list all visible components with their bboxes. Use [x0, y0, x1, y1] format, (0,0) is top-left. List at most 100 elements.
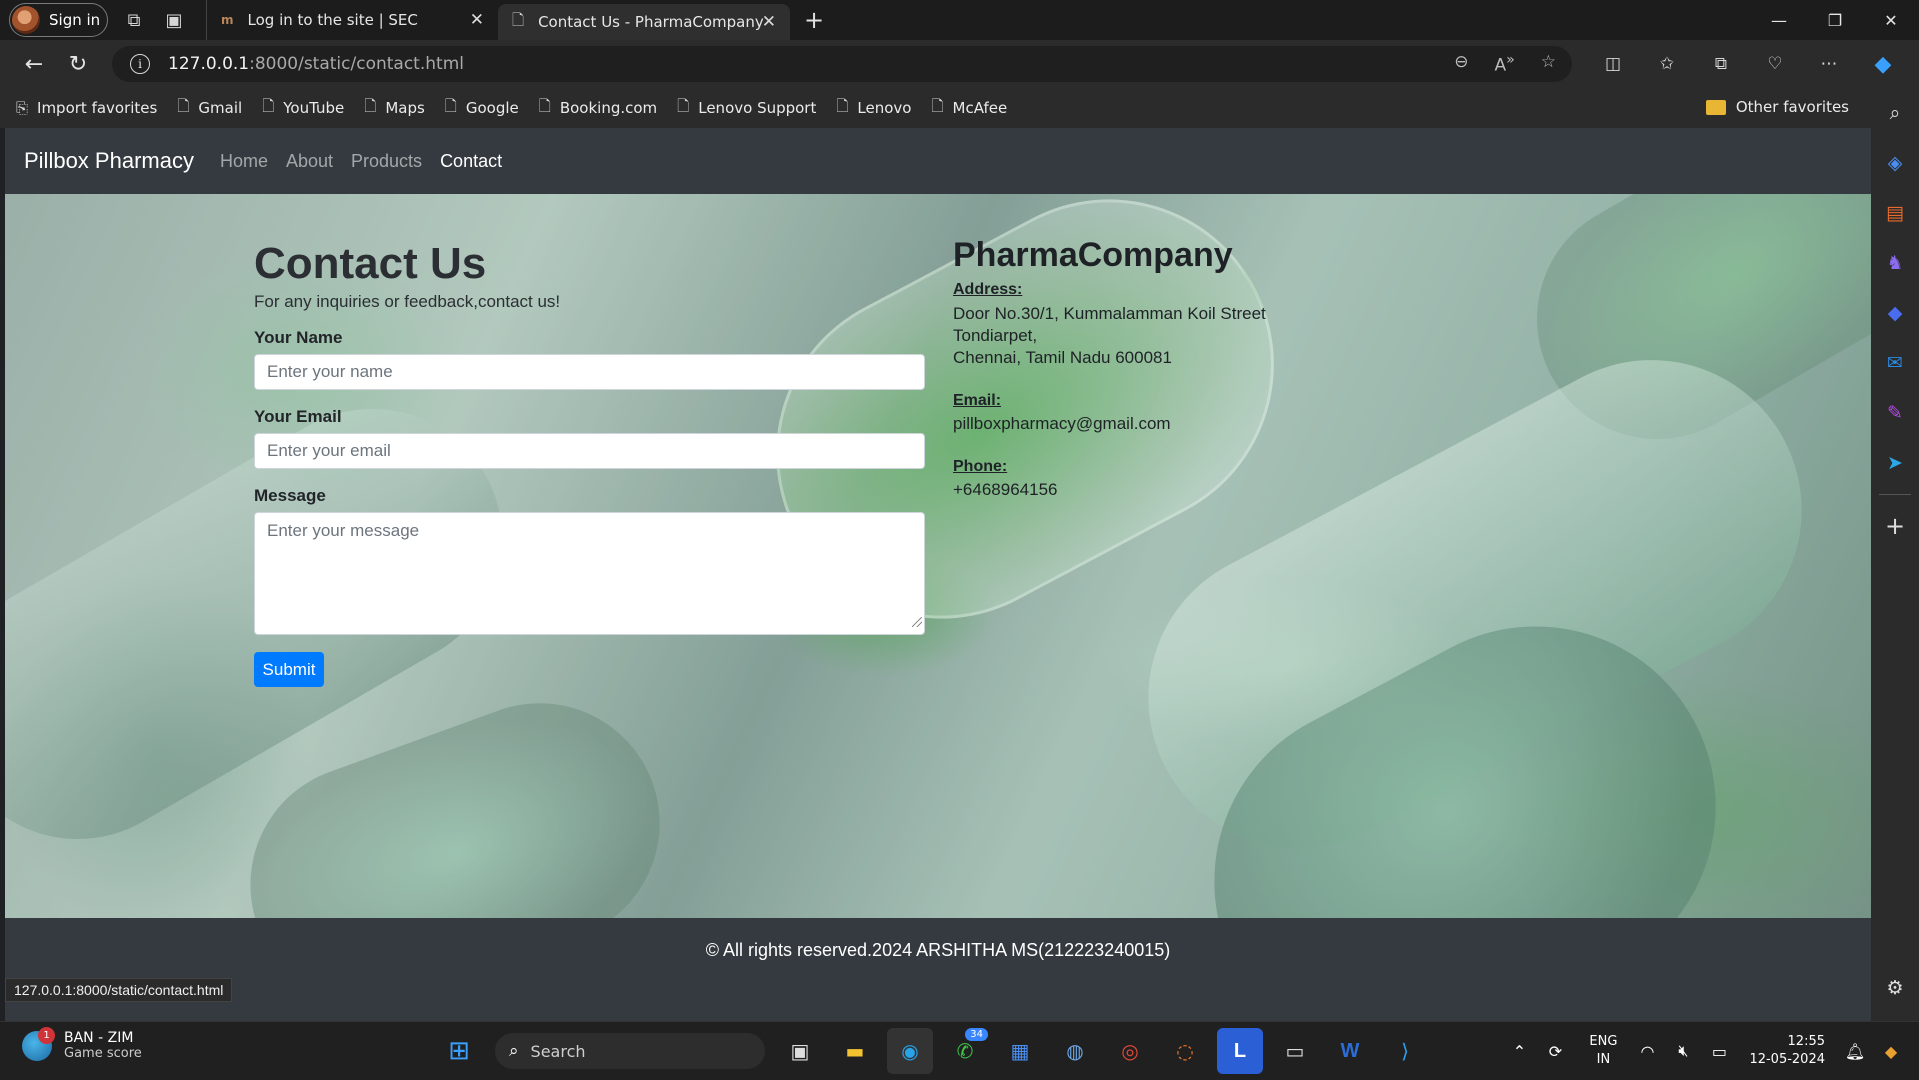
search-icon[interactable]: ⌕: [1871, 88, 1919, 138]
favorite-gmail[interactable]: 🗋 Gmail: [177, 96, 242, 121]
site-info-icon[interactable]: i: [130, 54, 150, 74]
favorite-youtube[interactable]: 🗋 YouTube: [262, 96, 344, 121]
favorite-google[interactable]: 🗋 Google: [445, 96, 519, 121]
message-textarea[interactable]: [254, 512, 925, 635]
vscode-icon[interactable]: ⟩: [1382, 1028, 1428, 1074]
favorites-icon[interactable]: ✩: [1640, 44, 1694, 84]
tab-actions-icon[interactable]: ▣: [154, 0, 194, 40]
phone-heading: Phone:: [953, 458, 1008, 475]
chevron-up-icon[interactable]: ⌃: [1503, 1042, 1535, 1061]
submit-button[interactable]: Submit: [254, 652, 324, 687]
send-icon[interactable]: ➤: [1871, 438, 1919, 488]
add-icon[interactable]: +: [1871, 501, 1919, 551]
shopping-tag-icon[interactable]: ◈: [1871, 138, 1919, 188]
wifi-icon[interactable]: ◠: [1631, 1042, 1663, 1061]
favorite-star-icon[interactable]: ☆: [1541, 52, 1556, 76]
battery-icon[interactable]: ▭: [1703, 1042, 1735, 1061]
favorite-lenovo[interactable]: 🗋 Lenovo: [836, 96, 911, 121]
footer-copyright: © All rights reserved.2024 ARSHITHA MS(2…: [705, 940, 1171, 960]
terminal-icon[interactable]: ▭: [1272, 1028, 1318, 1074]
nav-products[interactable]: Products: [351, 151, 422, 172]
copilot-sidebar-icon[interactable]: ◆: [1871, 288, 1919, 338]
site-brand[interactable]: Pillbox Pharmacy: [24, 148, 194, 174]
back-arrow-icon[interactable]: ←: [12, 44, 56, 84]
settings-gear-icon[interactable]: ⚙: [1871, 963, 1919, 1013]
widgets-button[interactable]: 1 BAN - ZIM Game score: [22, 1026, 142, 1061]
jupyter-icon[interactable]: ◌: [1162, 1028, 1208, 1074]
address-toolbar: ← ↻ i 127.0.0.1:8000/static/contact.html…: [0, 40, 1919, 88]
message-label: Message: [254, 486, 326, 505]
nav-home[interactable]: Home: [220, 151, 268, 172]
resize-grip-icon[interactable]: [912, 617, 922, 627]
email-input[interactable]: [254, 433, 925, 469]
tab-contact-us[interactable]: 🗋 Contact Us - PharmaCompany ✕: [498, 4, 790, 40]
minimize-icon[interactable]: —: [1751, 0, 1807, 40]
network-globe-icon[interactable]: ◍: [1052, 1028, 1098, 1074]
word-icon[interactable]: W: [1327, 1028, 1373, 1074]
import-icon: ⎘: [16, 99, 29, 117]
contact-content: Contact Us For any inquiries or feedback…: [5, 194, 1871, 918]
new-tab-button[interactable]: +: [794, 6, 834, 34]
other-favorites[interactable]: Other favorites: [1705, 98, 1849, 116]
close-tab-icon[interactable]: ✕: [470, 10, 484, 30]
email-heading: Email:: [953, 392, 1002, 409]
split-screen-icon[interactable]: ◫: [1586, 44, 1640, 84]
page-subtitle: For any inquiries or feedback,contact us…: [254, 292, 561, 311]
more-menu-icon[interactable]: ⋯: [1802, 44, 1856, 84]
favorites-bar: ⎘ Import favorites 🗋 Gmail 🗋 YouTube 🗋 Maps …: [0, 88, 1871, 128]
tab-title: Log in to the site | SEC: [247, 11, 418, 29]
favorite-lenovo-support[interactable]: 🗋 Lenovo Support: [677, 96, 816, 121]
name-input[interactable]: [254, 354, 925, 390]
name-label: Your Name: [254, 328, 343, 347]
task-view-icon[interactable]: ▣: [777, 1028, 823, 1074]
address-bar[interactable]: i 127.0.0.1:8000/static/contact.html ⊖ A…: [112, 46, 1572, 82]
language-indicator[interactable]: ENG IN: [1589, 1033, 1617, 1069]
nav-about[interactable]: About: [286, 151, 333, 172]
restore-icon[interactable]: ❐: [1807, 0, 1863, 40]
status-bar-url: 127.0.0.1:8000/static/contact.html: [5, 978, 233, 1002]
system-tray: ⌃ ⟳ ENG IN ◠ 🔇︎ ▭ 12:55 12-05-2024 🔔︎ ◆: [1503, 1022, 1919, 1080]
file-explorer-icon[interactable]: ▬: [832, 1028, 878, 1074]
favorite-booking[interactable]: 🗋 Booking.com: [539, 96, 657, 121]
lenovo-vantage-icon[interactable]: L: [1217, 1028, 1263, 1074]
browser-tab-bar: Sign in ⧉ ▣ m Log in to the site | SEC ✕…: [0, 0, 1919, 40]
collections-icon[interactable]: ⧉: [1694, 44, 1748, 84]
outlook-icon[interactable]: ✉: [1871, 338, 1919, 388]
designer-icon[interactable]: ✎: [1871, 388, 1919, 438]
tab-sec-login[interactable]: m Log in to the site | SEC ✕: [206, 0, 498, 40]
browser-essentials-icon[interactable]: ♡: [1748, 44, 1802, 84]
whatsapp-icon[interactable]: ✆ 34: [942, 1028, 988, 1074]
sync-icon[interactable]: ⟳: [1539, 1042, 1571, 1061]
volume-muted-icon[interactable]: 🔇︎: [1667, 1041, 1699, 1061]
notification-bell-icon[interactable]: 🔔︎: [1839, 1042, 1871, 1061]
copilot-icon[interactable]: ◆: [1856, 44, 1910, 84]
favorite-import[interactable]: ⎘ Import favorites: [16, 99, 157, 117]
site-navbar: Pillbox Pharmacy Home About Products Con…: [5, 128, 1871, 194]
tools-icon[interactable]: ▤: [1871, 188, 1919, 238]
start-windows-icon[interactable]: ⊞: [436, 1028, 482, 1074]
folder-icon: [1705, 99, 1726, 115]
browser-toolbar-icons: ◫ ✩ ⧉ ♡ ⋯ ◆: [1586, 44, 1910, 84]
zoom-icon[interactable]: ⊖: [1454, 52, 1468, 76]
copilot-taskbar-icon[interactable]: ◆: [1875, 1042, 1907, 1061]
nav-contact[interactable]: Contact: [440, 151, 502, 172]
widget-subtitle: Game score: [64, 1046, 142, 1061]
notification-badge: 34: [965, 1028, 988, 1041]
chrome-icon[interactable]: ◎: [1107, 1028, 1153, 1074]
favorite-maps[interactable]: 🗋 Maps: [364, 96, 425, 121]
web-page: Pillbox Pharmacy Home About Products Con…: [5, 128, 1871, 1021]
close-tab-icon[interactable]: ✕: [762, 12, 776, 32]
games-icon[interactable]: ♞: [1871, 238, 1919, 288]
read-aloud-icon[interactable]: A»: [1494, 52, 1514, 76]
window-controls: — ❐ ✕: [1751, 0, 1919, 40]
edge-icon[interactable]: ◉: [887, 1028, 933, 1074]
page-icon: 🗋: [677, 96, 690, 115]
microsoft-store-icon[interactable]: ▦: [997, 1028, 1043, 1074]
workspaces-icon[interactable]: ⧉: [114, 0, 154, 40]
taskbar-search[interactable]: ⌕ Search: [495, 1033, 765, 1069]
close-window-icon[interactable]: ✕: [1863, 0, 1919, 40]
profile-signin-button[interactable]: Sign in: [9, 3, 108, 37]
favorite-mcafee[interactable]: 🗋 McAfee: [931, 96, 1007, 121]
refresh-icon[interactable]: ↻: [56, 44, 100, 84]
clock[interactable]: 12:55 12-05-2024: [1749, 1033, 1825, 1069]
